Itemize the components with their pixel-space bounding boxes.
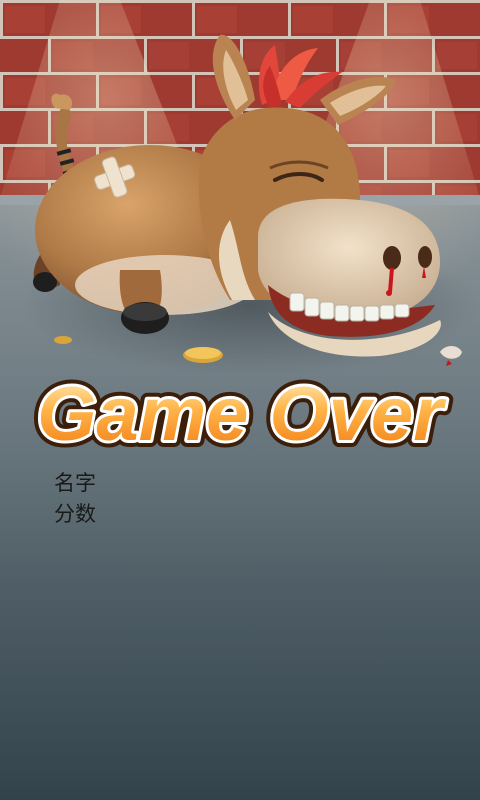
game-over-title: Game Over Game Over Game Over <box>30 365 454 464</box>
game-over-screen: Game Over Game Over Game Over 名字 分数 <box>0 0 480 800</box>
donkey-illustration: Game Over Game Over Game Over <box>0 0 480 464</box>
svg-text:Game Over: Game Over <box>37 372 447 457</box>
score-label: 分数 <box>54 502 96 526</box>
player-name-label: 名字 <box>54 471 96 495</box>
result-info: 名字 分数 <box>54 468 96 530</box>
